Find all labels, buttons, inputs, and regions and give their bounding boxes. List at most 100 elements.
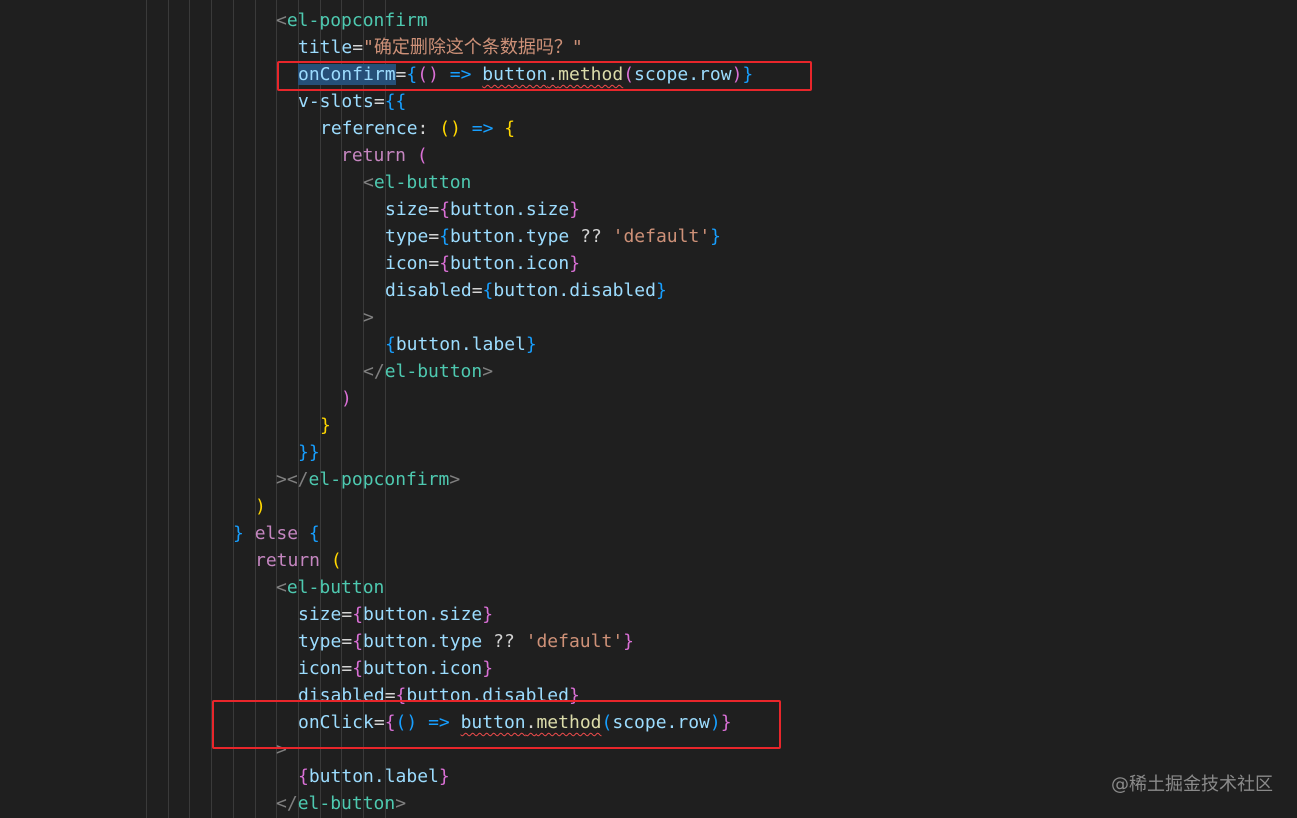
code-line[interactable]: <el-popconfirm bbox=[276, 7, 428, 34]
code-token: { bbox=[352, 631, 364, 652]
code-token: = bbox=[428, 253, 440, 274]
code-token: 'default' bbox=[612, 226, 711, 247]
code-token: </ bbox=[276, 793, 298, 814]
code-token: icon bbox=[298, 658, 342, 679]
code-token: ) bbox=[255, 496, 266, 517]
code-token: }} bbox=[298, 442, 320, 463]
code-token: } bbox=[482, 604, 494, 625]
code-token: el-button bbox=[286, 577, 385, 598]
code-token: } bbox=[320, 415, 331, 436]
code-token: { bbox=[352, 604, 364, 625]
code-token: { bbox=[439, 253, 451, 274]
code-token: = bbox=[352, 37, 364, 58]
code-token: title bbox=[298, 37, 353, 58]
code-token: = bbox=[341, 604, 353, 625]
indent-guide bbox=[233, 0, 234, 818]
code-token: </ bbox=[363, 361, 385, 382]
code-line[interactable]: icon={button.icon} bbox=[298, 655, 493, 682]
code-token: icon bbox=[385, 253, 429, 274]
code-token: el-button bbox=[297, 793, 396, 814]
code-line[interactable]: size={button.size} bbox=[385, 196, 580, 223]
code-line[interactable]: <el-button bbox=[363, 169, 471, 196]
code-token: ( bbox=[416, 145, 428, 166]
code-token: = bbox=[471, 280, 483, 301]
code-line[interactable]: icon={button.icon} bbox=[385, 250, 580, 277]
code-token: { bbox=[308, 523, 320, 544]
code-token: reference bbox=[320, 118, 418, 139]
code-token: button.icon bbox=[363, 658, 483, 679]
indent-guide bbox=[146, 0, 147, 818]
code-line[interactable]: ) bbox=[255, 493, 266, 520]
code-line[interactable]: ) bbox=[341, 385, 352, 412]
code-token: "确定删除这个条数据吗？" bbox=[363, 37, 583, 58]
code-token: } bbox=[233, 523, 244, 544]
code-token: button.type bbox=[363, 631, 483, 652]
code-token: < bbox=[363, 172, 374, 193]
code-token: el-button bbox=[384, 361, 483, 382]
code-token: { bbox=[439, 199, 451, 220]
code-line[interactable]: }} bbox=[298, 439, 320, 466]
code-token: } bbox=[655, 280, 667, 301]
code-token: button.disabled bbox=[493, 280, 656, 301]
code-token: = bbox=[428, 226, 440, 247]
code-token: : bbox=[417, 118, 440, 139]
code-line[interactable]: > bbox=[363, 304, 374, 331]
watermark: @稀土掘金技术社区 bbox=[1111, 774, 1273, 795]
indent-guide bbox=[189, 0, 190, 818]
code-token: } bbox=[569, 199, 581, 220]
code-line[interactable]: size={button.size} bbox=[298, 601, 493, 628]
code-token: 'default' bbox=[525, 631, 624, 652]
code-line[interactable]: </el-button> bbox=[276, 790, 406, 817]
code-token: { bbox=[504, 118, 516, 139]
code-line[interactable]: </el-button> bbox=[363, 358, 493, 385]
code-line[interactable]: disabled={button.disabled} bbox=[385, 277, 667, 304]
highlight-box-onclick bbox=[212, 700, 781, 749]
code-token: button.type bbox=[450, 226, 570, 247]
highlight-box-onconfirm bbox=[277, 61, 812, 91]
code-line[interactable]: } bbox=[320, 412, 331, 439]
code-token: => bbox=[460, 118, 505, 139]
code-token: } bbox=[525, 334, 537, 355]
code-line[interactable]: return ( bbox=[341, 142, 428, 169]
indent-guide bbox=[168, 0, 169, 818]
code-token: size bbox=[298, 604, 342, 625]
code-line[interactable]: } else { bbox=[233, 520, 320, 547]
code-line[interactable]: type={button.type ?? 'default'} bbox=[385, 223, 721, 250]
code-token: = bbox=[341, 631, 353, 652]
code-token: } bbox=[438, 766, 450, 787]
code-token: > bbox=[395, 793, 407, 814]
code-line[interactable]: {button.label} bbox=[385, 331, 537, 358]
code-token: button.label bbox=[395, 334, 526, 355]
code-line[interactable]: {button.label} bbox=[298, 763, 450, 790]
code-line[interactable]: type={button.type ?? 'default'} bbox=[298, 628, 634, 655]
code-token: > bbox=[449, 469, 461, 490]
code-token: disabled bbox=[385, 280, 472, 301]
code-token: ) bbox=[341, 388, 352, 409]
code-editor[interactable]: <el-popconfirm title="确定删除这个条数据吗？" onConfi… bbox=[0, 0, 1297, 818]
code-token: ></ bbox=[276, 469, 309, 490]
code-token: else bbox=[254, 523, 299, 544]
code-line[interactable]: v-slots={{ bbox=[298, 88, 406, 115]
code-line[interactable]: ></el-popconfirm> bbox=[276, 466, 460, 493]
code-token: < bbox=[276, 577, 287, 598]
code-token: = bbox=[428, 199, 440, 220]
code-token: { bbox=[482, 280, 494, 301]
code-token: el-popconfirm bbox=[286, 10, 428, 31]
code-line[interactable]: reference: () => { bbox=[320, 115, 515, 142]
code-token: return bbox=[255, 550, 321, 571]
code-token: el-button bbox=[373, 172, 472, 193]
code-line[interactable]: <el-button bbox=[276, 574, 384, 601]
code-token: ?? bbox=[569, 226, 613, 247]
code-token: > bbox=[363, 307, 374, 328]
code-token: < bbox=[276, 10, 287, 31]
code-token: ?? bbox=[482, 631, 526, 652]
code-line[interactable]: return ( bbox=[255, 547, 342, 574]
code-line[interactable]: title="确定删除这个条数据吗？" bbox=[298, 34, 583, 61]
code-token: > bbox=[482, 361, 494, 382]
code-token: { bbox=[385, 334, 396, 355]
code-token: { bbox=[352, 658, 364, 679]
code-token: } bbox=[623, 631, 635, 652]
